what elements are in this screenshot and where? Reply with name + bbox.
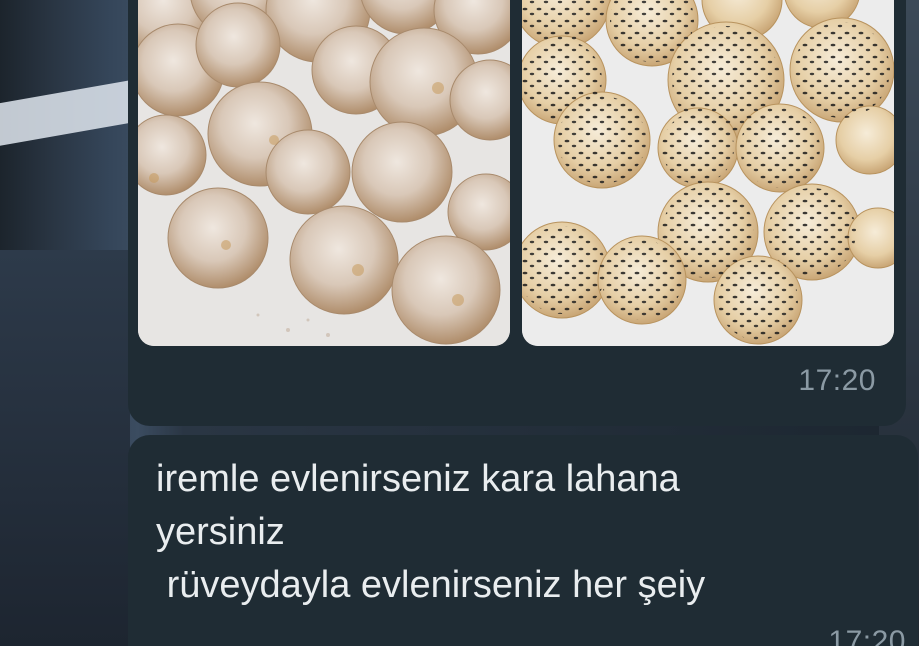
photo-powdered-cookies[interactable] <box>138 0 510 346</box>
photo-sesame-cookies[interactable] <box>522 0 894 346</box>
message-text: iremle evlenirseniz kara lahana yersiniz… <box>156 458 706 606</box>
message-timestamp: 17:20 <box>828 625 906 646</box>
sesame-cookies-image <box>522 0 894 346</box>
powdered-cookie-balls-image <box>138 0 510 346</box>
message-timestamp: 17:20 <box>798 364 876 397</box>
media-message-bubble[interactable]: 17:20 <box>128 0 906 426</box>
wallpaper-shade <box>0 250 130 646</box>
chat-screen: 17:20 iremle evlenirseniz kara lahana ye… <box>0 0 919 646</box>
text-message-bubble[interactable]: iremle evlenirseniz kara lahana yersiniz… <box>128 435 918 646</box>
